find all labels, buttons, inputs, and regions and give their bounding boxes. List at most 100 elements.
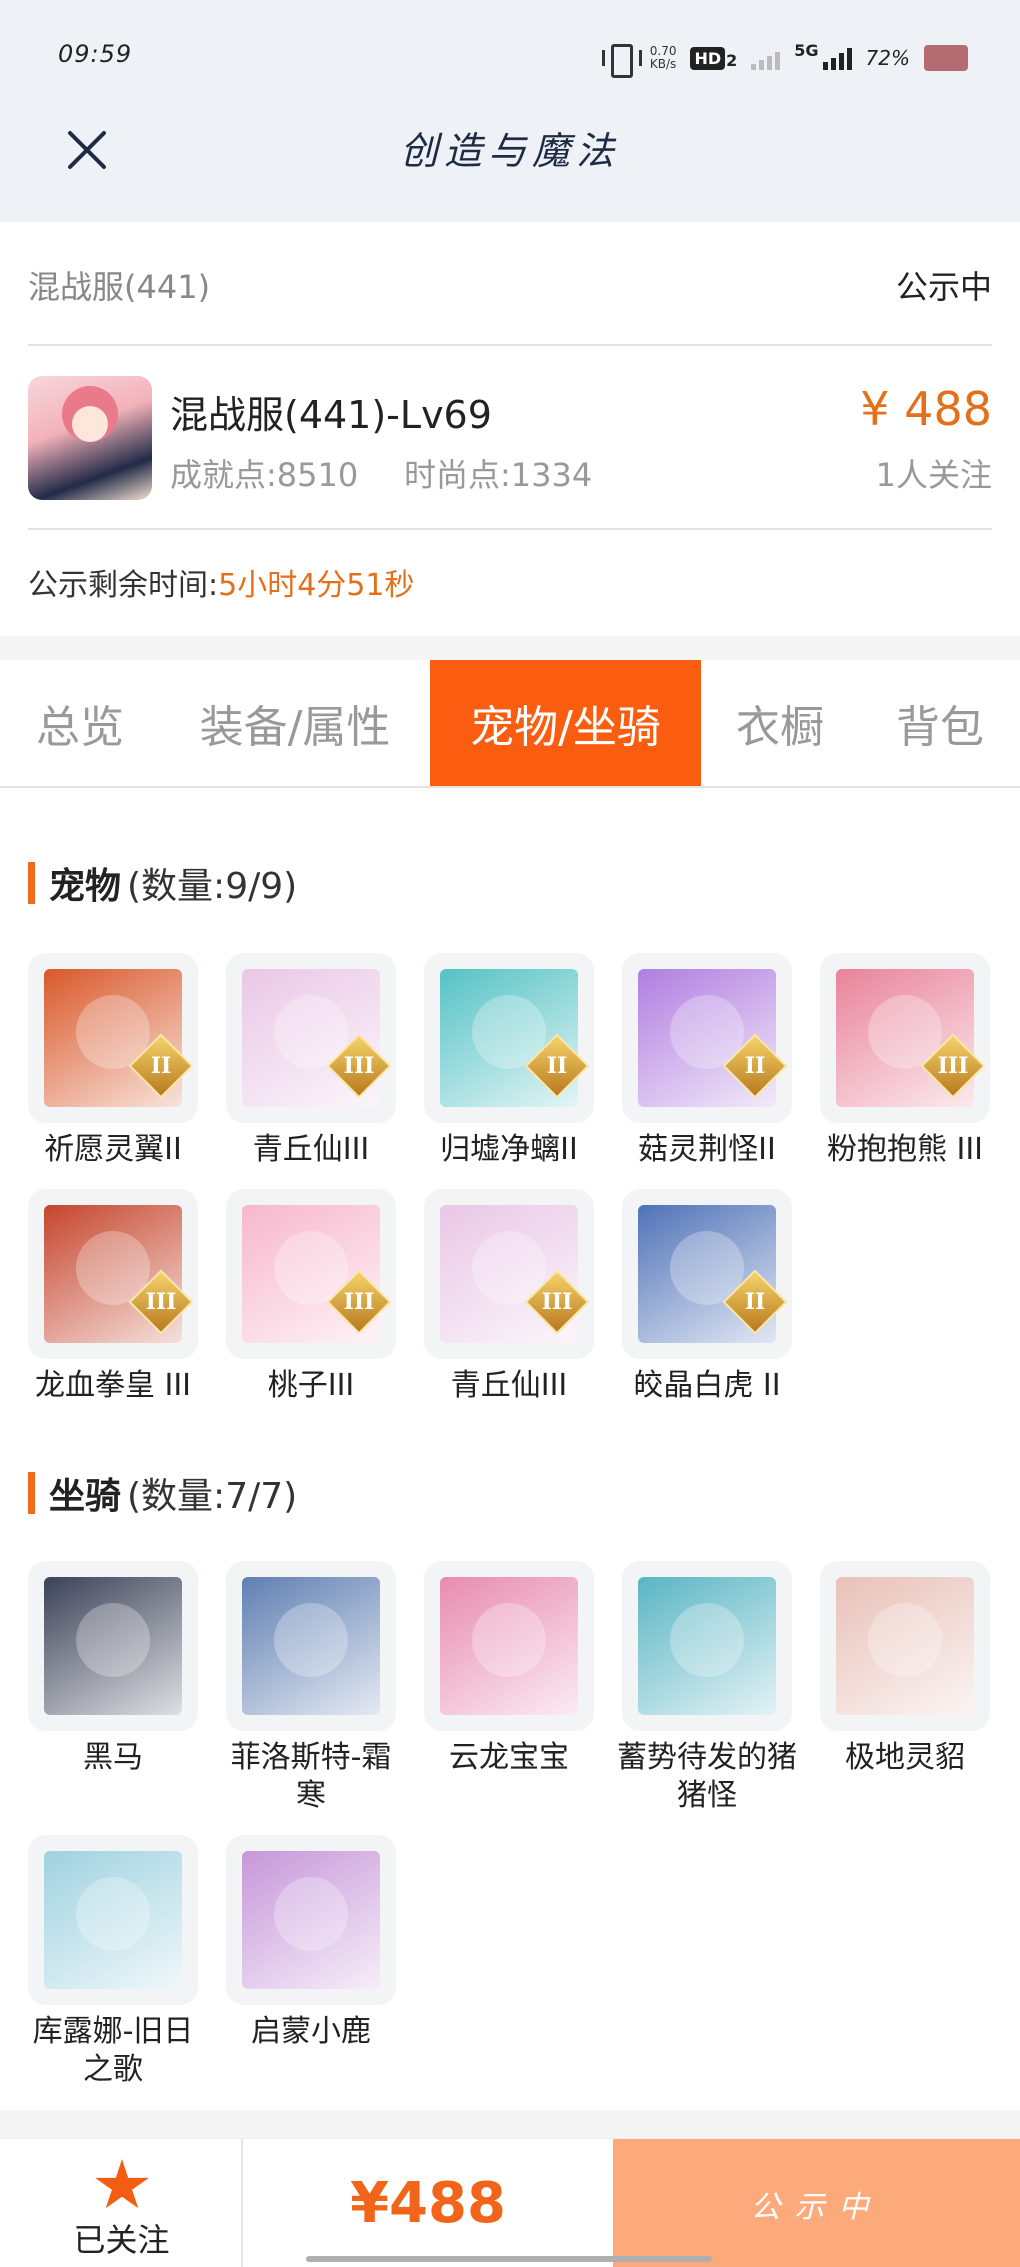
pet-card[interactable]: II 祈愿灵翼II	[28, 953, 198, 1169]
card-name: 库露娜-旧日之歌	[32, 2014, 194, 2087]
net-speed-unit: KB/s	[649, 57, 677, 71]
mounts-count: (数量:7/7)	[127, 1476, 298, 1517]
card-thumbnail: III	[820, 953, 990, 1123]
follower-count: 1人关注	[875, 456, 992, 494]
pets-count: (数量:9/9)	[127, 866, 298, 907]
page-title: 创造与魔法	[399, 129, 620, 173]
pet-card[interactable]: III 青丘仙III	[424, 1189, 594, 1405]
listing-price: ¥ 488	[860, 382, 992, 436]
pet-card[interactable]: II 皎晶白虎 II	[622, 1189, 792, 1405]
mount-card[interactable]: 极地灵貂	[820, 1561, 990, 1777]
countdown-row: 公示剩余时间:5小时4分51秒	[28, 560, 414, 604]
battery-percent: 72%	[865, 46, 910, 70]
net-speed-value: 0.70	[649, 44, 677, 58]
card-thumbnail: II	[28, 953, 198, 1123]
achievement-points: 成就点:8510	[170, 456, 359, 494]
mount-card[interactable]: 菲洛斯特-霜寒	[226, 1561, 396, 1815]
mounts-section-header: 坐骑 (数量:7/7)	[28, 1471, 297, 1517]
mount-card[interactable]: 黑马	[28, 1561, 198, 1777]
card-thumbnail: III	[226, 1189, 396, 1359]
card-name: 龙血拳皇 III	[34, 1368, 192, 1403]
mount-card[interactable]: 云龙宝宝	[424, 1561, 594, 1777]
pets-section-header: 宠物 (数量:9/9)	[28, 861, 297, 907]
card-thumbnail	[820, 1561, 990, 1731]
cloud-dragon-mount-icon	[440, 1577, 578, 1715]
pet-card[interactable]: II 归墟净螭II	[424, 953, 594, 1169]
tier-badge-label: II	[744, 1289, 766, 1315]
enlightenment-deer-mount-icon	[242, 1851, 380, 1989]
card-thumbnail: II	[424, 953, 594, 1123]
tab-label: 总览	[36, 702, 124, 753]
character-avatar	[28, 376, 152, 500]
hd-sub: 2	[726, 50, 738, 70]
publicity-status-button[interactable]: 公示中	[613, 2139, 1020, 2267]
card-thumbnail: II	[622, 1189, 792, 1359]
fashion-points: 时尚点:1334	[404, 456, 593, 494]
tier-badge-label: III	[541, 1289, 573, 1315]
card-name: 桃子III	[267, 1368, 355, 1403]
card-name: 极地灵貂	[845, 1740, 965, 1775]
tab-overview[interactable]: 总览	[0, 660, 160, 786]
tier-badge-label: II	[744, 1053, 766, 1079]
signal-bars-sim1-icon	[751, 46, 781, 70]
card-thumbnail: III	[424, 1189, 594, 1359]
section-divider	[0, 636, 1020, 660]
tab-label: 装备/属性	[199, 702, 391, 753]
follow-label: 已关注	[73, 2221, 170, 2259]
mount-card[interactable]: 蓄势待发的猪猪怪	[617, 1561, 797, 1815]
section-accent-bar	[28, 1472, 35, 1514]
card-name: 粉抱抱熊 III	[826, 1132, 984, 1167]
hd-voice-icon: HD 2	[690, 46, 738, 70]
tab-label: 衣橱	[736, 702, 824, 753]
pet-card[interactable]: II 菇灵荆怪II	[622, 953, 792, 1169]
tier-badge-label: III	[343, 1289, 375, 1315]
bottom-price: ¥488	[350, 2171, 506, 2236]
card-name: 皎晶白虎 II	[633, 1368, 781, 1403]
card-name: 黑马	[83, 1740, 143, 1775]
hd-label: HD	[690, 46, 726, 70]
net-speed: 0.70 KB/s	[650, 45, 677, 71]
card-name: 青丘仙III	[252, 1132, 370, 1167]
bottom-action-bar: 已关注 ¥488 公示中	[0, 2138, 1020, 2267]
character-summary[interactable]: 混战服(441)-Lv69 成就点:8510 时尚点:1334 ¥ 488 1人…	[28, 346, 992, 530]
vibrate-icon	[601, 44, 642, 78]
battery-icon	[924, 45, 968, 71]
pet-card[interactable]: III 青丘仙III	[226, 953, 396, 1169]
tab-pets-mounts[interactable]: 宠物/坐骑	[430, 660, 701, 786]
pet-card[interactable]: III 桃子III	[226, 1189, 396, 1405]
tab-backpack[interactable]: 背包	[870, 660, 1010, 786]
status-bar: 09:59 0.70 KB/s HD 2 5G 72%	[0, 0, 1020, 110]
card-thumbnail	[226, 1561, 396, 1731]
card-thumbnail	[28, 1835, 198, 2005]
tier-badge-label: II	[150, 1053, 172, 1079]
status-icons: 0.70 KB/s HD 2 5G 72%	[601, 38, 968, 78]
pet-card[interactable]: III 粉抱抱熊 III	[820, 953, 990, 1169]
card-name: 青丘仙III	[450, 1368, 568, 1403]
home-indicator[interactable]	[306, 2256, 712, 2262]
card-thumbnail	[424, 1561, 594, 1731]
follow-button[interactable]: 已关注	[0, 2139, 243, 2267]
polar-mink-mount-icon	[836, 1577, 974, 1715]
card-name: 祈愿灵翼II	[44, 1132, 182, 1167]
card-name: 云龙宝宝	[449, 1740, 569, 1775]
character-title: 混战服(441)-Lv69	[170, 393, 492, 437]
card-thumbnail	[622, 1561, 792, 1731]
tab-equipment[interactable]: 装备/属性	[180, 660, 410, 786]
star-icon	[95, 2159, 149, 2209]
mounts-section-title: 坐骑	[49, 1476, 122, 1517]
mount-card[interactable]: 启蒙小鹿	[226, 1835, 396, 2051]
card-thumbnail: III	[28, 1189, 198, 1359]
pet-card[interactable]: III 龙血拳皇 III	[28, 1189, 198, 1405]
card-name: 菇灵荆怪II	[638, 1132, 776, 1167]
card-thumbnail	[28, 1561, 198, 1731]
network-type: 5G	[794, 40, 819, 60]
card-thumbnail	[226, 1835, 396, 2005]
black-horse-mount-icon	[44, 1577, 182, 1715]
app-header: 创造与魔法	[0, 110, 1020, 222]
card-thumbnail: II	[622, 953, 792, 1123]
mount-card[interactable]: 库露娜-旧日之歌	[28, 1835, 198, 2089]
tier-badge-label: III	[937, 1053, 969, 1079]
card-name: 归墟净螭II	[440, 1132, 578, 1167]
card-thumbnail: III	[226, 953, 396, 1123]
tab-wardrobe[interactable]: 衣橱	[715, 660, 845, 786]
